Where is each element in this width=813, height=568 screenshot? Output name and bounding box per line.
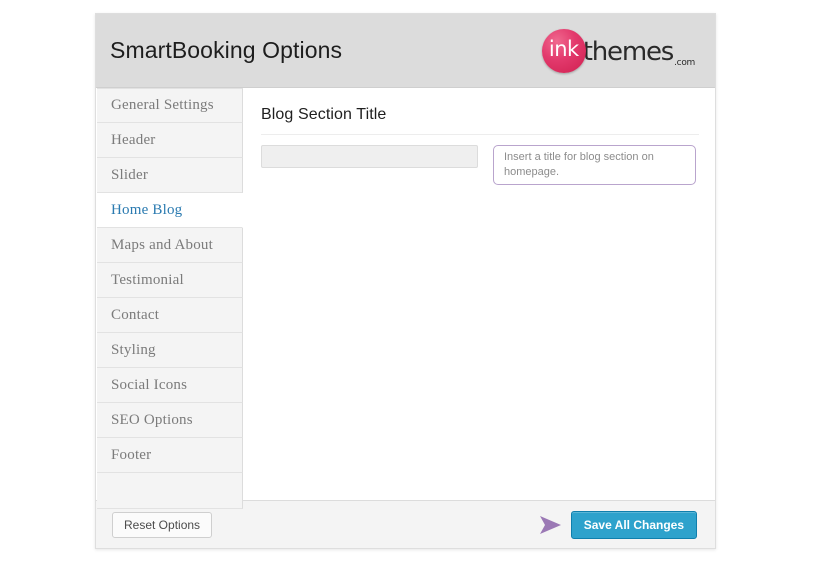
sidebar-item-styling[interactable]: Styling — [97, 333, 243, 368]
sidebar-item-label: Slider — [111, 166, 149, 183]
inkthemes-logo: ink themes .com — [541, 28, 695, 73]
sidebar-item-testimonial[interactable]: Testimonial — [97, 263, 243, 298]
sidebar-item-label: Contact — [111, 306, 160, 323]
sidebar-item-label: Styling — [111, 341, 156, 358]
panel-header: SmartBooking Options ink themes .com — [96, 14, 715, 88]
help-tooltip: Insert a title for blog section on homep… — [493, 145, 696, 185]
sidebar-item-seo-options[interactable]: SEO Options — [97, 403, 243, 438]
sidebar-item-label: Maps and About — [111, 236, 213, 253]
sidebar-item-empty — [97, 473, 243, 509]
sidebar-item-label: SEO Options — [111, 411, 193, 428]
sidebar-item-home-blog[interactable]: Home Blog — [97, 193, 243, 228]
settings-sidebar: General Settings Header Slider Home Blog… — [97, 88, 243, 509]
logo-suffix: .com — [674, 57, 695, 68]
settings-content: Blog Section Title Insert a title for bl… — [243, 88, 715, 500]
sidebar-item-social-icons[interactable]: Social Icons — [97, 368, 243, 403]
sidebar-item-label: Testimonial — [111, 271, 184, 288]
sidebar-item-label: General Settings — [111, 97, 214, 113]
sidebar-item-maps-and-about[interactable]: Maps and About — [97, 228, 243, 263]
help-tooltip-text: Insert a title for blog section on homep… — [504, 151, 654, 178]
logo-mark-text: ink — [548, 37, 579, 61]
sidebar-item-slider[interactable]: Slider — [97, 158, 243, 193]
blog-section-title-input[interactable] — [261, 145, 478, 168]
cursor-arrow-icon — [537, 512, 563, 538]
logo-wordmark: themes — [582, 36, 675, 67]
reset-options-button[interactable]: Reset Options — [112, 511, 213, 538]
page-title: SmartBooking Options — [110, 37, 343, 63]
sidebar-item-label: Social Icons — [111, 376, 188, 393]
sidebar-item-footer[interactable]: Footer — [97, 438, 243, 473]
ink-circle-icon: ink — [541, 28, 586, 73]
sidebar-item-general-settings[interactable]: General Settings — [97, 88, 243, 123]
blog-title-field-row: Insert a title for blog section on homep… — [261, 145, 699, 185]
options-panel: SmartBooking Options ink themes .com Gen… — [95, 13, 716, 549]
sidebar-item-label: Header — [111, 131, 156, 148]
save-area: Save All Changes — [537, 510, 697, 539]
save-all-changes-button[interactable]: Save All Changes — [570, 510, 697, 539]
panel-body: General Settings Header Slider Home Blog… — [96, 88, 715, 509]
sidebar-item-label: Home Blog — [111, 201, 183, 218]
sidebar-item-header[interactable]: Header — [97, 123, 243, 158]
sidebar-item-label: Footer — [111, 446, 152, 463]
section-title: Blog Section Title — [261, 106, 699, 135]
sidebar-item-contact[interactable]: Contact — [97, 298, 243, 333]
